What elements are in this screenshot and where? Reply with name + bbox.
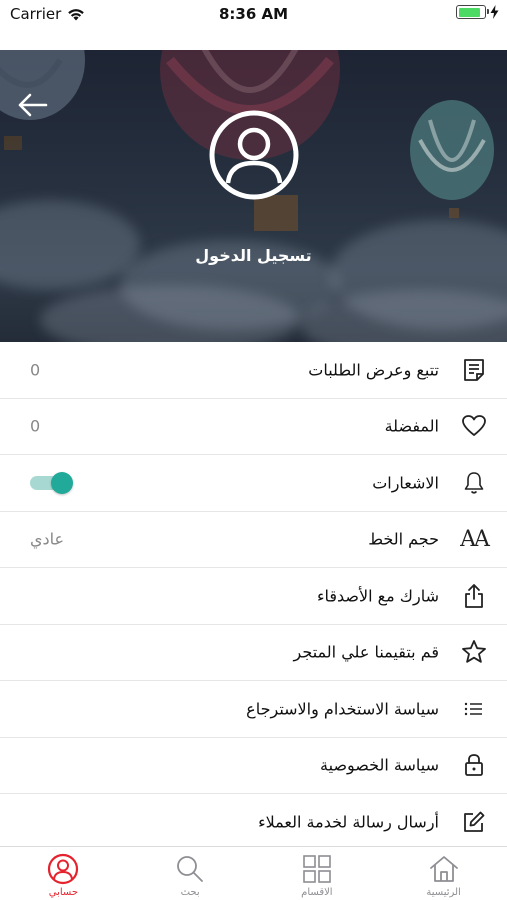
menu-item-label: المفضلة <box>384 416 439 436</box>
bell-icon <box>461 470 487 496</box>
font-size-icon-text: AA <box>460 526 490 552</box>
edit-icon <box>461 809 487 835</box>
tab-home[interactable]: الرئيسية <box>380 847 507 900</box>
lock-icon <box>461 752 487 778</box>
login-link[interactable]: تسجيل الدخول <box>0 246 507 265</box>
font-size-icon: AA <box>460 526 490 552</box>
menu-item-label: أرسال رسالة لخدمة العملاء <box>258 812 439 832</box>
back-arrow-icon[interactable] <box>16 90 50 120</box>
font-size-value: عادي <box>30 529 65 549</box>
menu-item-privacy-policy[interactable]: سياسة الخصوصية <box>0 738 507 794</box>
favorites-count: 0 <box>30 416 41 436</box>
tab-label: الاقسام <box>301 887 333 898</box>
notifications-toggle[interactable] <box>30 471 74 494</box>
star-icon <box>461 639 487 665</box>
orders-count: 0 <box>30 360 41 380</box>
menu-item-notifications: الاشعارات <box>0 455 507 512</box>
menu-item-contact-support[interactable]: أرسال رسالة لخدمة العملاء <box>0 794 507 851</box>
menu-item-font-size[interactable]: AA حجم الخط عادي <box>0 512 507 568</box>
menu-item-orders[interactable]: تتبع وعرض الطلبات 0 <box>0 342 507 399</box>
search-icon <box>174 853 206 885</box>
menu-item-rate-app[interactable]: قم بتقيمنا علي المتجر <box>0 625 507 681</box>
status-bar: Carrier 8:36 AM <box>0 0 507 50</box>
menu-item-favorites[interactable]: المفضلة 0 <box>0 399 507 455</box>
battery-fill <box>458 7 480 17</box>
menu-item-label: شارك مع الأصدقاء <box>316 586 439 606</box>
tab-label: الرئيسية <box>426 887 461 898</box>
charging-bolt-icon <box>490 5 499 19</box>
tab-bar: حسابي بحث الاقسام الرئيسية <box>0 846 507 900</box>
menu-item-label: قم بتقيمنا علي المتجر <box>293 642 439 662</box>
grid-icon <box>301 853 333 885</box>
profile-header: تسجيل الدخول <box>0 50 507 342</box>
account-menu: تتبع وعرض الطلبات 0 المفضلة 0 الاشعارات … <box>0 342 507 851</box>
heart-icon <box>461 413 487 439</box>
share-icon <box>461 583 487 609</box>
battery-icon <box>456 5 489 19</box>
menu-item-label: سياسة الخصوصية <box>320 755 439 775</box>
menu-item-usage-policy[interactable]: سياسة الاستخدام والاسترجاع <box>0 681 507 738</box>
tab-label: بحث <box>180 887 200 898</box>
list-icon <box>461 696 487 722</box>
orders-document-icon <box>461 357 487 383</box>
user-avatar-icon[interactable] <box>208 109 300 201</box>
tab-label: حسابي <box>48 887 79 898</box>
tab-search[interactable]: بحث <box>127 847 254 900</box>
menu-item-label: تتبع وعرض الطلبات <box>308 360 439 380</box>
account-icon <box>47 853 79 885</box>
menu-item-share[interactable]: شارك مع الأصدقاء <box>0 568 507 625</box>
menu-item-label: حجم الخط <box>368 529 439 549</box>
home-icon <box>428 853 460 885</box>
status-time: 8:36 AM <box>218 5 289 23</box>
status-right <box>456 5 499 19</box>
tab-categories[interactable]: الاقسام <box>254 847 381 900</box>
menu-item-label: سياسة الاستخدام والاسترجاع <box>246 699 439 719</box>
menu-item-label: الاشعارات <box>372 473 439 493</box>
tab-account[interactable]: حسابي <box>0 847 127 900</box>
